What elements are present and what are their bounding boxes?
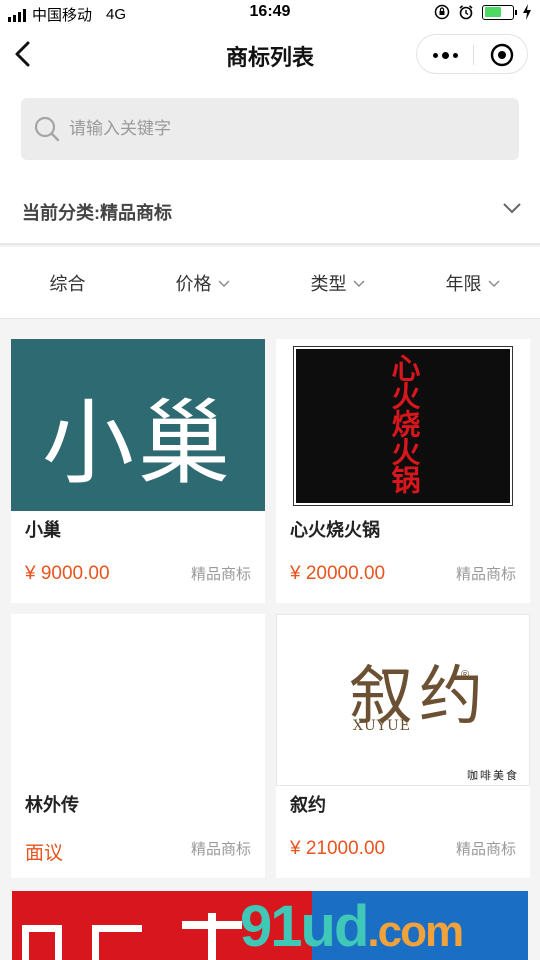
trademark-name: 林外传: [25, 795, 79, 815]
trademark-category-tag: 精品商标: [190, 566, 251, 583]
trademark-card[interactable]: 心火烧火锅 心火烧火锅 ¥ 20000.00 精品商标: [276, 339, 530, 603]
charging-icon: [523, 4, 531, 20]
search-icon: [34, 116, 60, 142]
trademark-logo-image: 心火烧火锅: [276, 339, 530, 511]
watermark-text: 91ud: [240, 894, 369, 959]
filter-comprehensive[interactable]: 综合: [0, 247, 135, 318]
filter-years[interactable]: 年限: [405, 247, 540, 318]
trademark-category-tag: 精品商标: [190, 841, 251, 858]
category-label: 当前分类:精品商标: [22, 203, 172, 223]
trademark-logo-image: 小巢: [11, 339, 265, 511]
filter-label: 综合: [49, 273, 86, 294]
trademark-price: 面议: [25, 843, 64, 864]
search-input[interactable]: [69, 98, 499, 160]
battery-icon: [482, 4, 517, 20]
trademark-card[interactable]: 林外传 面议 精品商标: [11, 614, 265, 878]
status-bar: 中国移动 4G 16:49: [0, 0, 540, 28]
filter-label: 类型: [310, 273, 347, 294]
watermark-domain: .com: [367, 907, 464, 956]
filter-label: 价格: [175, 273, 212, 294]
chevron-down-icon: [218, 280, 229, 287]
filter-label: 年限: [445, 273, 482, 294]
rotation-lock-icon: [434, 4, 450, 20]
close-mini-program-button[interactable]: [474, 35, 529, 75]
filter-bar: 综合 价格 类型 年限: [0, 247, 540, 319]
trademark-price: ¥ 21000.00: [290, 838, 386, 859]
trademark-category-tag: 精品商标: [455, 841, 516, 858]
registered-mark: ®: [461, 669, 470, 681]
trademark-card[interactable]: 小巢 小巢 ¥ 9000.00 精品商标: [11, 339, 265, 603]
chevron-down-icon: [503, 203, 521, 214]
target-icon: [490, 43, 513, 67]
trademark-logo-image: 叙约 ® XUYUE 咖啡美食: [276, 614, 530, 786]
logo-text: 心火烧火锅: [387, 353, 421, 493]
trademark-name: 叙约: [290, 795, 326, 815]
status-right: [434, 4, 532, 20]
search-box[interactable]: [21, 98, 519, 160]
logo-caption: 咖啡美食: [467, 770, 519, 782]
more-button[interactable]: [417, 35, 473, 75]
chevron-down-icon: [488, 280, 499, 287]
trademark-name: 小巢: [25, 520, 61, 540]
trademark-logo-image: [11, 614, 265, 786]
filter-price[interactable]: 价格: [135, 247, 270, 318]
mini-program-capsule: [416, 34, 528, 74]
nav-bar: 商标列表: [0, 28, 540, 80]
trademark-name: 心火烧火锅: [290, 520, 380, 540]
chevron-down-icon: [353, 280, 364, 287]
trademark-price: ¥ 9000.00: [25, 563, 110, 584]
search-section: [0, 80, 540, 175]
trademark-category-tag: 精品商标: [455, 566, 516, 583]
logo-text: 小巢: [41, 390, 234, 497]
filter-type[interactable]: 类型: [270, 247, 405, 318]
alarm-icon: [459, 5, 473, 20]
trademark-price: ¥ 20000.00: [290, 563, 386, 584]
watermark: 91ud.com: [240, 893, 464, 960]
trademark-card[interactable]: 叙约 ® XUYUE 咖啡美食 叙约 ¥ 21000.00 精品商标: [276, 614, 530, 878]
logo-subtext: XUYUE: [353, 718, 412, 734]
category-selector[interactable]: 当前分类:精品商标: [0, 175, 540, 245]
